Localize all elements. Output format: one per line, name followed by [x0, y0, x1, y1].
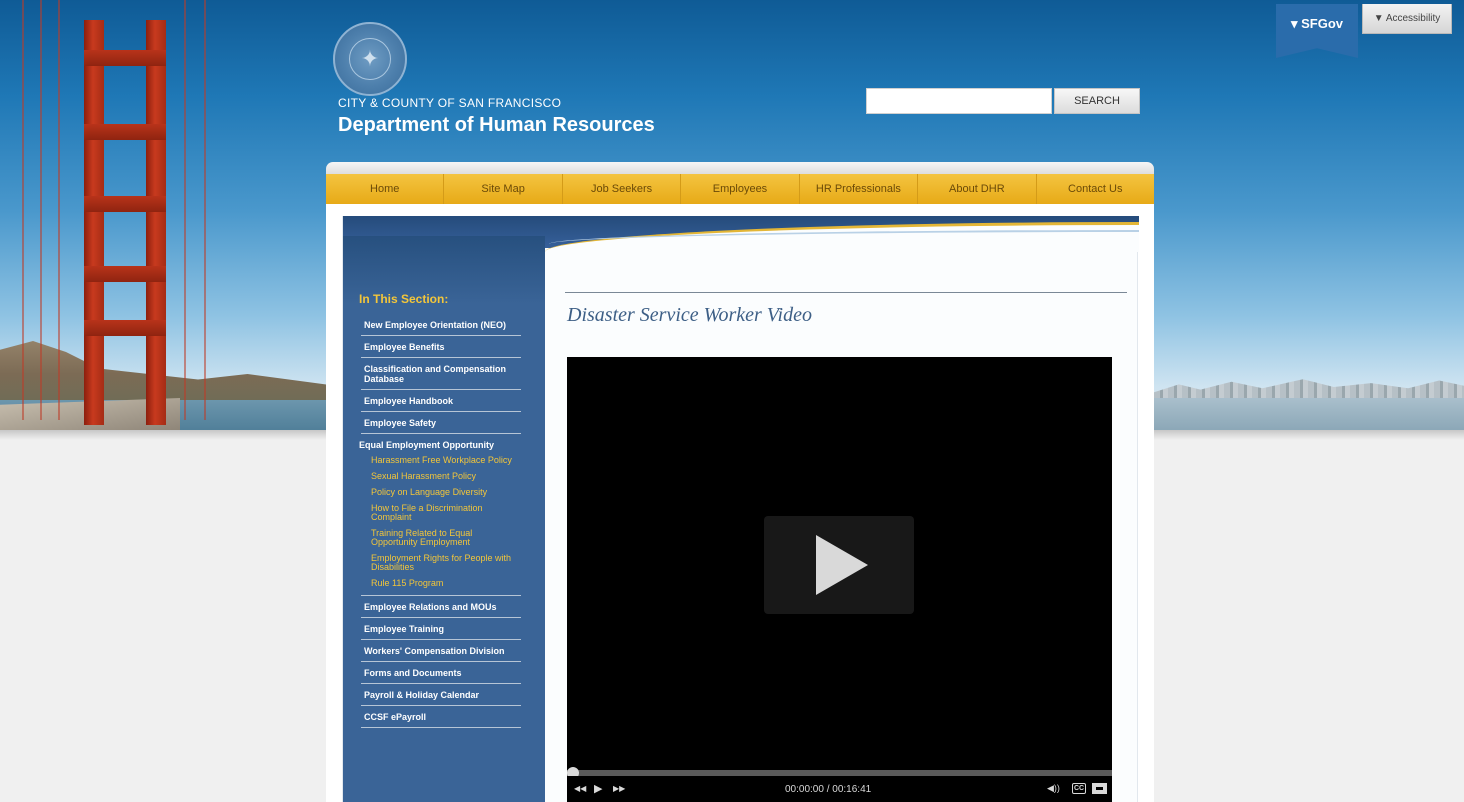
- accessibility-tab[interactable]: ▼ Accessibility: [1362, 4, 1452, 34]
- sidebar-item-benefits[interactable]: Employee Benefits: [361, 336, 521, 358]
- search-input[interactable]: [866, 88, 1052, 114]
- panel-inner: In This Section: New Employee Orientatio…: [342, 216, 1139, 802]
- fast-forward-icon[interactable]: ▶▶: [613, 784, 625, 793]
- sidebar-subitem-file-complaint[interactable]: How to File a Discrimination Complaint: [361, 500, 521, 525]
- search-button[interactable]: SEARCH: [1054, 88, 1140, 114]
- time-display: 00:00:00 / 00:16:41: [785, 784, 872, 795]
- city-seal-logo[interactable]: ✦: [333, 22, 407, 96]
- sidebar-heading: In This Section:: [359, 292, 449, 306]
- seal-emblem-icon: ✦: [360, 46, 380, 71]
- sidebar-item-neo[interactable]: New Employee Orientation (NEO): [361, 314, 521, 336]
- nav-site-map[interactable]: Site Map: [444, 174, 563, 204]
- bridge-cable: [22, 0, 24, 420]
- content-panel: In This Section: New Employee Orientatio…: [326, 204, 1154, 802]
- nav-employees[interactable]: Employees: [681, 174, 800, 204]
- sidebar-item-workers-comp[interactable]: Workers' Compensation Division: [361, 640, 521, 662]
- nav-job-seekers[interactable]: Job Seekers: [563, 174, 682, 204]
- play-icon: [816, 535, 868, 595]
- bridge-cable: [184, 0, 186, 420]
- sidebar-item-safety[interactable]: Employee Safety: [361, 412, 521, 434]
- sidebar-subitem-rule-115[interactable]: Rule 115 Program: [361, 575, 521, 591]
- nav-contact-us[interactable]: Contact Us: [1037, 174, 1154, 204]
- bridge-cable: [40, 0, 42, 420]
- play-small-icon[interactable]: ▶: [594, 782, 602, 795]
- closed-captions-icon[interactable]: CC: [1072, 783, 1086, 794]
- city-county-label: CITY & COUNTY OF SAN FRANCISCO: [338, 96, 562, 110]
- sidebar-subitem-disability-rights[interactable]: Employment Rights for People with Disabi…: [361, 550, 521, 575]
- sidebar-item-relations-mous[interactable]: Employee Relations and MOUs: [361, 596, 521, 618]
- sidebar-subitem-sexual-harassment[interactable]: Sexual Harassment Policy: [361, 468, 521, 484]
- nav-hr-professionals[interactable]: HR Professionals: [800, 174, 919, 204]
- sidebar-item-handbook[interactable]: Employee Handbook: [361, 390, 521, 412]
- nav-home[interactable]: Home: [326, 174, 445, 204]
- bridge-cable: [204, 0, 206, 420]
- sidebar-item-forms[interactable]: Forms and Documents: [361, 662, 521, 684]
- big-play-button[interactable]: [764, 516, 914, 614]
- main-nav: Home Site Map Job Seekers Employees HR P…: [326, 174, 1154, 204]
- bridge-cable: [58, 0, 60, 420]
- golden-gate-tower: [84, 20, 166, 425]
- player-controls: ◀◀ ▶ ▶▶ 00:00:00 / 00:16:41 ◀)) CC: [567, 776, 1112, 802]
- sidebar-subitem-harassment-free[interactable]: Harassment Free Workplace Policy: [361, 452, 521, 468]
- fullscreen-icon[interactable]: [1092, 783, 1107, 794]
- nav-about-dhr[interactable]: About DHR: [918, 174, 1037, 204]
- bay-water-right: [1154, 398, 1464, 432]
- city-skyline: [1154, 379, 1464, 400]
- video-player[interactable]: ◀◀ ▶ ▶▶ 00:00:00 / 00:16:41 ◀)) CC: [567, 357, 1112, 802]
- sidebar-subitem-language-diversity[interactable]: Policy on Language Diversity: [361, 484, 521, 500]
- sidebar-item-training[interactable]: Employee Training: [361, 618, 521, 640]
- nav-cap: [326, 162, 1154, 174]
- sidebar-item-payroll-calendar[interactable]: Payroll & Holiday Calendar: [361, 684, 521, 706]
- sidebar-subitem-eeo-training[interactable]: Training Related to Equal Opportunity Em…: [361, 525, 521, 550]
- volume-icon[interactable]: ◀)): [1047, 783, 1060, 794]
- sidebar-item-epayroll[interactable]: CCSF ePayroll: [361, 706, 521, 728]
- sidebar-item-eeo[interactable]: Equal Employment Opportunity: [359, 434, 521, 452]
- page-title: Disaster Service Worker Video: [567, 304, 812, 326]
- rewind-icon[interactable]: ◀◀: [574, 784, 586, 793]
- title-rule: [565, 292, 1127, 293]
- sidebar-subgroup-eeo: Harassment Free Workplace Policy Sexual …: [361, 452, 521, 596]
- section-sidebar: In This Section: New Employee Orientatio…: [343, 236, 545, 802]
- sidebar-item-classification[interactable]: Classification and Compensation Database: [361, 358, 521, 390]
- department-title[interactable]: Department of Human Resources: [338, 114, 655, 137]
